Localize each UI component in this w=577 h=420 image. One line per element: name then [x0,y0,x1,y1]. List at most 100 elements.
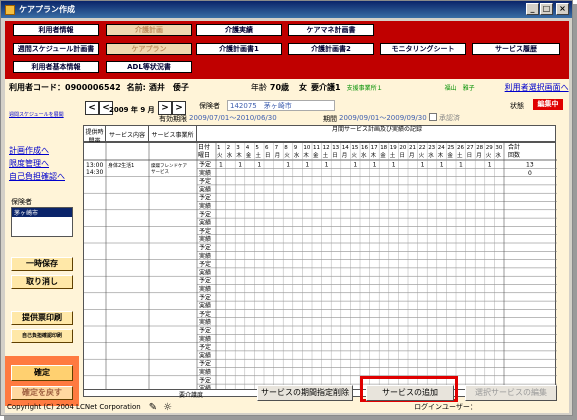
weekday: 木 [438,151,444,159]
plan-label: 予定 [199,293,211,301]
header-office: サービス事業所 [149,126,197,142]
service-office: サービス [151,168,169,175]
day-number: 28 [476,145,483,151]
actual-label: 実績 [199,268,211,276]
day-number: 17 [371,145,378,151]
day-number: 8 [284,145,288,151]
weekday: 土 [255,151,261,159]
plan-label: 予定 [199,194,211,202]
navigation-band: 利用者情報 介護計画 介護実績 ケアマネ計画書 週間スケジュール計画書 ケアプラ… [5,21,569,79]
weekday: 火 [284,153,290,159]
weekday: 月 [275,152,281,159]
plan-label: 予定 [199,360,211,368]
valid-period-label: 有効期限 [159,115,187,123]
next-month-button[interactable]: > [158,101,172,115]
support-office: 支援事業所１ [346,85,383,92]
limit-management-link[interactable]: 限度管理へ [9,158,49,169]
weekly-schedule-link[interactable]: 週間スケジュールを展開 [9,111,64,118]
user-info-bar: 利用者コード： 0900006542 名前: 酒井 倭子 年齢 70歳 女 要介… [5,79,569,96]
minimize-button[interactable]: _ [526,3,539,15]
current-month: 2009 年 9 月 [109,106,155,114]
day-number: 4 [246,145,250,151]
maximize-button[interactable]: □ [540,3,553,15]
insurer-field[interactable]: 142075 茅ヶ崎市 [227,100,335,111]
delete-period-button[interactable]: サービスの期間指定削除 [257,385,353,401]
day-number: 23 [428,145,435,151]
insurer-list[interactable]: 茅ヶ崎市 [11,207,73,237]
day-number: 24 [438,145,445,151]
tab-care-results[interactable]: 介護実績 [196,24,282,36]
weekday: 木 [371,151,377,159]
actual-total: 0 [528,170,532,177]
day-number: 15 [351,145,358,151]
insurer-list-item[interactable]: 茅ヶ崎市 [12,208,72,217]
user-code-label: 利用者コード： [9,83,65,92]
day-number: 2 [227,145,231,151]
tab-care-plan-doc1[interactable]: 介護計画書1 [196,43,282,55]
tab-user-basic-info[interactable]: 利用者基本情報 [13,61,99,73]
insurer-list-label: 保険者 [11,198,32,206]
self-pay-check-link[interactable]: 自己負担確認へ [9,171,65,182]
tab-caremanager-plan[interactable]: ケアマネ計画書 [288,24,374,36]
date-label: 日付 [198,143,210,151]
plan-create-link[interactable]: 計画作成へ [9,145,49,156]
weekday: 月 [476,152,482,159]
tab-care-plan[interactable]: ケアプラン [106,43,192,55]
weekday: 火 [419,153,425,159]
age-label: 年齢 [250,83,267,92]
user-name: 酒井 倭子 [148,83,189,92]
left-panel: 週間スケジュールを展開 計画作成へ 限度管理へ 自己負担確認へ 保険者 茅ヶ崎市… [5,99,79,406]
tab-weekly-schedule[interactable]: 週間スケジュール計画書 [13,43,99,55]
service-time: 14:30 [86,169,103,176]
day-number: 18 [380,145,387,151]
window-title: ケアプラン作成 [19,5,75,14]
approved-checkbox[interactable] [429,113,437,121]
prev-month-button[interactable]: < [85,101,99,115]
undo-confirm-button[interactable]: 確定を戻す [11,386,73,400]
actual-label: 実績 [199,351,211,359]
actual-label: 実績 [199,235,211,243]
main-client: 利用者情報 介護計画 介護実績 ケアマネ計画書 週間スケジュール計画書 ケアプラ… [5,21,569,413]
actual-label: 実績 [199,335,211,343]
app-icon [5,4,15,15]
tab-care-plan-main[interactable]: 介護計画 [106,24,192,36]
tab-care-plan-doc2[interactable]: 介護計画書2 [288,43,374,55]
window-shadow-bottom [4,416,577,420]
weekday: 土 [457,151,463,159]
grid-header: 提供時間帯 サービス内容 サービス事業所 月間サービス計画及び実績の記録 [83,125,556,145]
print-voucher-button[interactable]: 提供票印刷 [11,311,73,325]
weekday: 木 [303,151,309,159]
tab-user-info[interactable]: 利用者情報 [13,24,99,36]
login-user-label: ログインユーザー： [414,403,477,411]
close-button[interactable]: × [556,3,569,15]
actual-label: 実績 [199,202,211,210]
day-number: 25 [447,145,454,151]
tab-monitoring-sheet[interactable]: モニタリングシート [380,43,466,55]
plan-label: 予定 [199,310,211,318]
day-number: 26 [457,145,464,151]
plan-mark: 1 [305,162,309,169]
plan-label: 予定 [199,376,211,384]
print-self-pay-button[interactable]: 自己負担確認印刷 [11,329,73,343]
plan-mark: 1 [325,162,329,169]
next-month-button-2[interactable]: > [172,101,186,115]
tab-service-history[interactable]: サービス履歴 [472,43,560,55]
book-icon: ✎ [148,401,158,413]
day-number: 1 [217,145,221,151]
user-select-link[interactable]: 利用者選択画面へ [505,82,569,93]
actual-label: 実績 [199,285,211,293]
temp-save-button[interactable]: 一時保存 [11,257,73,271]
tab-adl-status[interactable]: ADL等状況書 [106,61,192,73]
weekday: 水 [227,151,233,159]
add-service-button[interactable]: サービスの追加 [366,385,454,401]
header-time: 提供時間帯 [84,126,106,145]
weekday: 月 [409,152,415,159]
valid-period-field: 2009/07/01～2010/06/30 [189,114,277,122]
confirm-button[interactable]: 確定 [11,365,73,381]
plan-mark: 1 [440,162,444,169]
user-age: 70歳 [269,83,290,92]
actual-label: 実績 [199,219,211,227]
edit-service-button[interactable]: 選択サービスの編集 [465,385,557,401]
cancel-button[interactable]: 取り消し [11,275,73,289]
count-header: 回数 [508,151,520,159]
